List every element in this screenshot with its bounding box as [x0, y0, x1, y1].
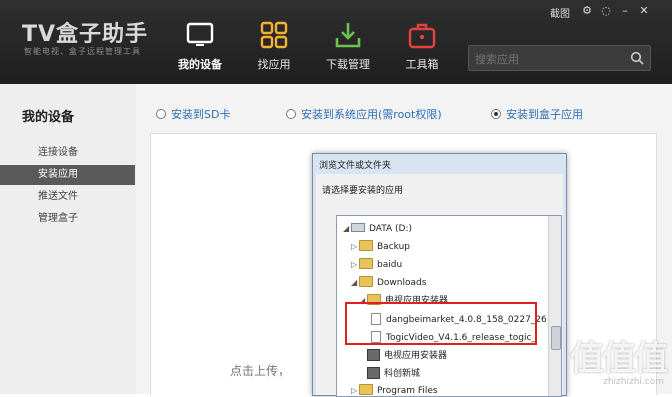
- dialog-body: 请选择要安装的应用 ◢ DATA (D:) ▷ Backup ▷ baidu ◢ Dow…: [316, 174, 563, 397]
- tree-item-folder[interactable]: ▷ Backup: [351, 239, 410, 255]
- top-header: TV盒子助手 智能电视、盒子远程管理工具 我的设备 找应用 下载管理 工具箱 搜…: [0, 0, 672, 84]
- browse-dialog: 浏览文件或文件夹 请选择要安装的应用 ◢ DATA (D:) ▷ Backup ▷ b…: [312, 153, 567, 397]
- expand-arrow[interactable]: ▷: [351, 383, 359, 396]
- app-subtitle: 智能电视、盒子远程管理工具: [24, 47, 141, 56]
- upload-hint[interactable]: 点击上传，: [230, 362, 290, 379]
- tree-item-folder[interactable]: 科创新城: [359, 366, 420, 382]
- drive-icon: [351, 223, 365, 232]
- minimize-icon[interactable]: –: [618, 4, 632, 18]
- dialog-prompt: 请选择要安装的应用: [322, 186, 404, 196]
- tree-item-folder[interactable]: ▷ Program Files: [351, 383, 438, 396]
- radio-dot: [286, 109, 296, 119]
- radio-label: 安装到系统应用(需root权限): [301, 108, 442, 121]
- app-logo: TV盒子助手: [22, 22, 149, 47]
- close-icon[interactable]: ✕: [637, 4, 651, 18]
- tree-label: 科创新城: [384, 369, 421, 379]
- tree-scrollbar[interactable]: [548, 216, 561, 396]
- nav-label: 找应用: [257, 58, 291, 71]
- nav-my-devices[interactable]: 我的设备: [166, 20, 234, 76]
- tree-item-folder[interactable]: ▷ baidu: [351, 257, 402, 273]
- search-icon[interactable]: [630, 51, 644, 65]
- scrollbar-thumb[interactable]: [551, 326, 561, 350]
- nav-toolbox[interactable]: 工具箱: [388, 20, 456, 76]
- tree-item-folder[interactable]: ◢ Downloads: [351, 275, 426, 291]
- archive-icon: [367, 348, 380, 361]
- radio-label: 安装到SD卡: [171, 108, 231, 121]
- search-input[interactable]: [473, 49, 627, 69]
- tree-label: baidu: [377, 260, 403, 270]
- nav-find-apps[interactable]: 找应用: [240, 20, 308, 76]
- sidebar-title: 我的设备: [22, 110, 75, 125]
- tree-item-folder[interactable]: 电视应用安装器: [359, 348, 447, 364]
- feedback-icon[interactable]: ◌: [599, 4, 613, 18]
- tree-label: Downloads: [377, 278, 427, 288]
- dialog-title: 浏览文件或文件夹: [319, 161, 392, 171]
- settings-icon[interactable]: ⚙: [580, 4, 594, 18]
- folder-icon: [359, 240, 373, 251]
- search-box[interactable]: [468, 45, 651, 71]
- apps-grid-icon: [260, 21, 288, 49]
- sidebar-item-install-apps[interactable]: 安装应用: [0, 165, 135, 185]
- radio-install-sd[interactable]: 安装到SD卡: [156, 106, 230, 122]
- radio-dot: [491, 109, 501, 119]
- nav-label: 工具箱: [405, 58, 439, 71]
- watermark-logo: 值值值: [570, 339, 668, 379]
- nav-label: 我的设备: [178, 58, 222, 71]
- sidebar-item-push-files[interactable]: 推送文件: [0, 187, 135, 207]
- folder-icon: [359, 258, 373, 269]
- tree-label: Backup: [377, 242, 410, 252]
- expand-arrow[interactable]: ▷: [351, 257, 359, 273]
- watermark-url: zhizhizhi.com: [603, 377, 664, 387]
- tree-label: 电视应用安装器: [384, 351, 448, 361]
- sidebar-item-manage-box[interactable]: 管理盒子: [0, 209, 135, 229]
- tv-icon: [186, 22, 214, 46]
- radio-install-box[interactable]: 安装到盒子应用: [491, 106, 583, 122]
- radio-dot: [156, 109, 166, 119]
- nav-download-manager[interactable]: 下载管理: [314, 20, 382, 76]
- selection-highlight-box: [345, 302, 537, 345]
- radio-install-system[interactable]: 安装到系统应用(需root权限): [286, 106, 442, 122]
- screenshot-button[interactable]: 截图: [550, 5, 570, 20]
- archive-icon: [367, 366, 380, 379]
- expand-arrow[interactable]: ◢: [343, 221, 351, 237]
- expand-arrow[interactable]: ▷: [351, 239, 359, 255]
- nav-label: 下载管理: [326, 58, 370, 71]
- folder-icon: [359, 276, 373, 287]
- sidebar-item-connect-device[interactable]: 连接设备: [0, 143, 135, 163]
- expand-arrow[interactable]: ◢: [351, 275, 359, 291]
- tree-item-drive[interactable]: ◢ DATA (D:): [343, 221, 412, 237]
- tree-label: DATA (D:): [369, 224, 413, 234]
- sidebar: 我的设备 连接设备 安装应用 推送文件 管理盒子: [0, 84, 137, 394]
- folder-icon: [359, 384, 373, 395]
- radio-label: 安装到盒子应用: [506, 108, 583, 121]
- tree-label: Program Files: [377, 386, 438, 396]
- download-icon: [335, 23, 361, 48]
- toolbox-icon: [408, 23, 436, 49]
